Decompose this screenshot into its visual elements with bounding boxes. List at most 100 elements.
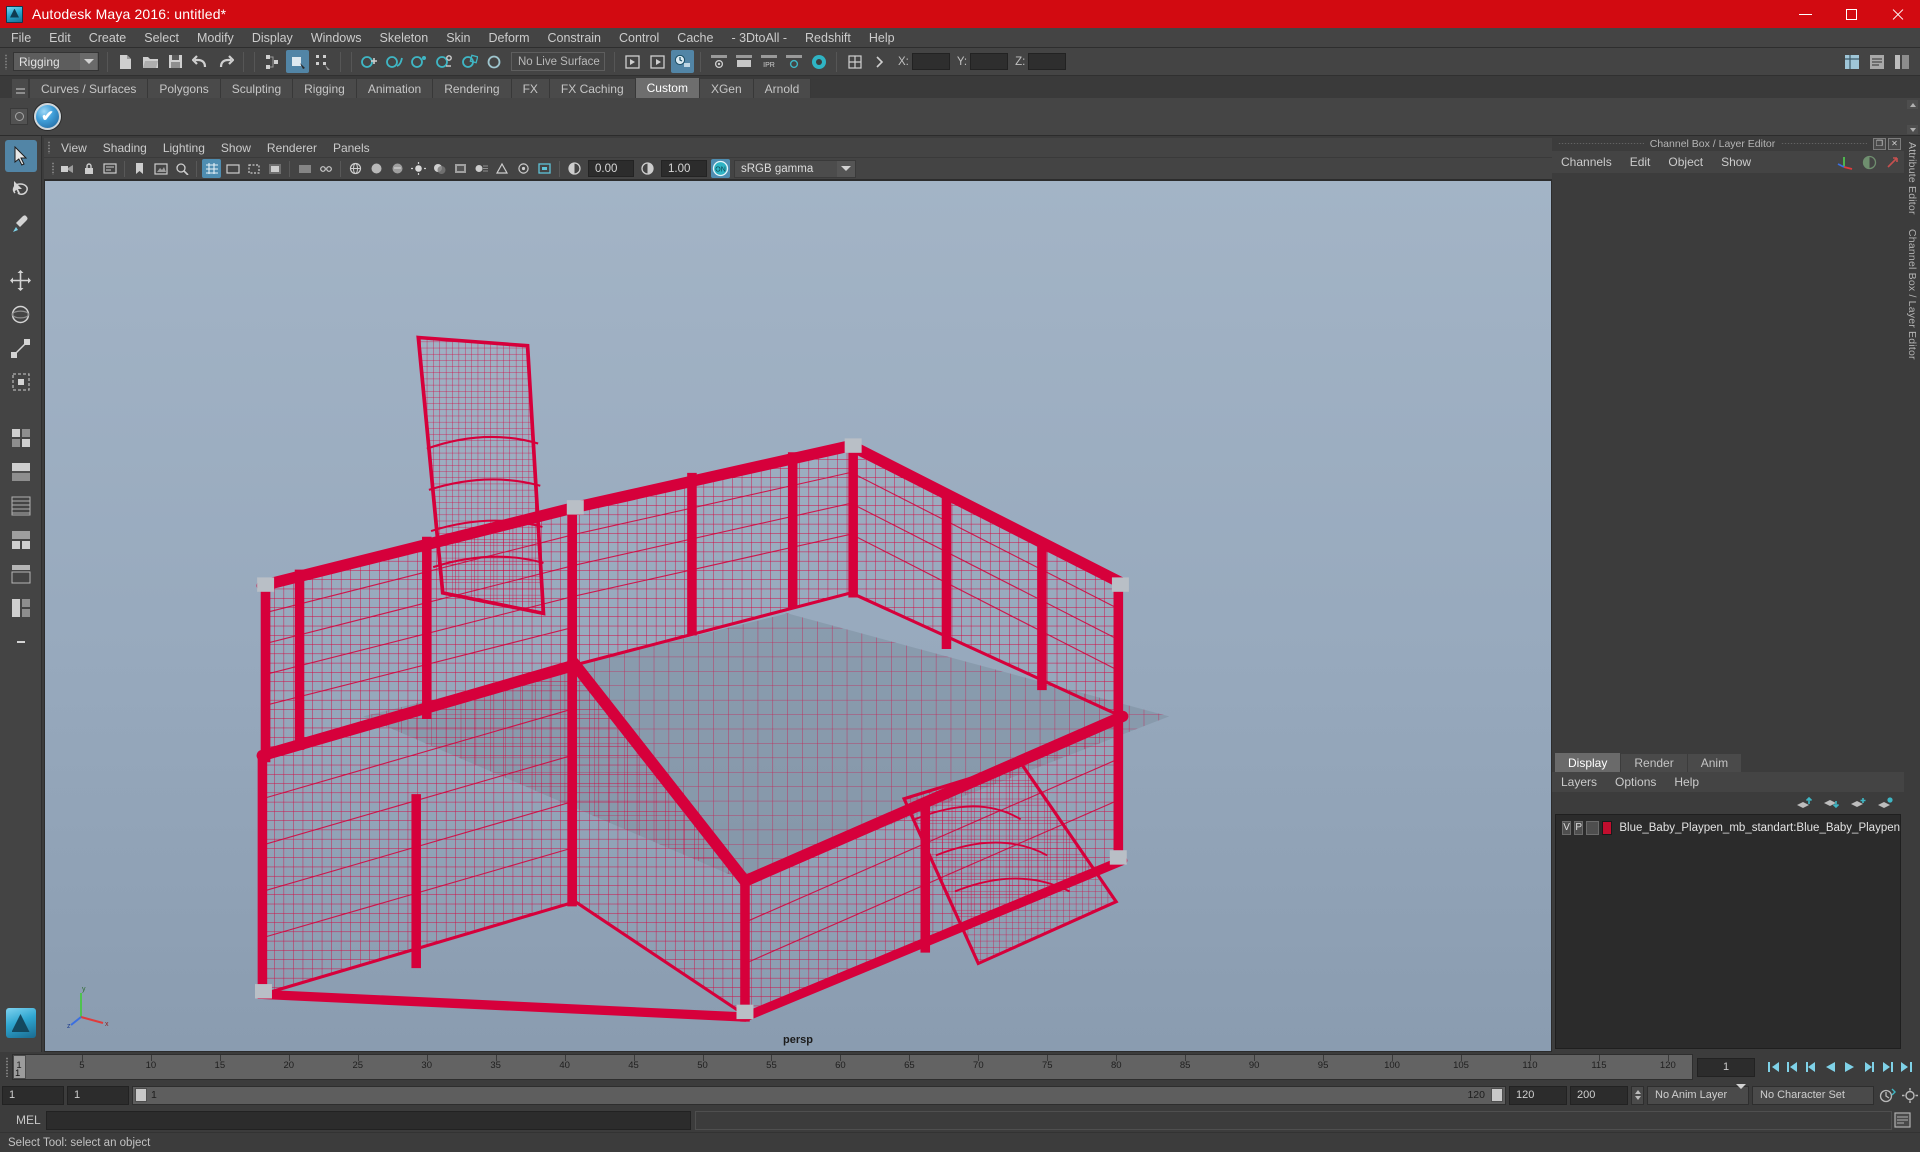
wireframe-icon[interactable] [346,159,365,178]
layer-menu-help[interactable]: Help [1665,772,1708,792]
shelf-tab-curves-surfaces[interactable]: Curves / Surfaces [30,79,149,98]
command-language-label[interactable]: MEL [4,1113,42,1127]
step-back-key-icon[interactable] [1784,1058,1800,1076]
show-attribute-editor-icon[interactable] [1865,50,1888,73]
save-scene-icon[interactable] [164,50,187,73]
layout-persp-outliner-button[interactable] [5,490,37,522]
select-by-hierarchy-icon[interactable] [261,50,284,73]
paint-select-tool-button[interactable] [5,208,37,240]
gamma-input[interactable]: 1.00 [661,160,707,177]
shelf-scroll-arrows[interactable] [1907,100,1918,134]
range-slider[interactable]: 1 120 [132,1085,1506,1105]
shelf-options-icon[interactable] [10,108,28,125]
gate-mask-icon[interactable] [265,159,284,178]
anim-end-spinner[interactable] [1631,1085,1644,1105]
shelf-tab-rigging[interactable]: Rigging [293,79,357,98]
coord-x-input[interactable] [911,53,950,70]
shelf-tab-animation[interactable]: Animation [356,79,434,98]
viewport-3d-canvas[interactable]: persp y x z [44,180,1552,1052]
snap-to-point-icon[interactable] [408,50,431,73]
move-layer-down-icon[interactable] [1823,797,1840,810]
shelf-tab-arnold[interactable]: Arnold [753,79,812,98]
menu-3dtoall[interactable]: - 3DtoAll - [722,28,796,48]
rendering-flags-icon[interactable] [807,50,830,73]
ipr-view-icon[interactable]: IPR [757,50,780,73]
motion-blur-icon[interactable] [472,159,491,178]
smooth-shade-all-icon[interactable] [367,159,386,178]
rotate-tool-button[interactable] [5,298,37,330]
menu-display[interactable]: Display [243,28,302,48]
two-d-pan-zoom-icon[interactable] [172,159,191,178]
panel-float-button[interactable]: ❐ [1873,137,1886,150]
current-frame-field[interactable]: 1 [1697,1057,1755,1077]
move-layer-up-icon[interactable] [1796,796,1813,810]
scale-tool-button[interactable] [5,332,37,364]
chevron-down-icon[interactable] [1736,1084,1746,1101]
channel-box-menu-edit[interactable]: Edit [1621,151,1660,173]
menu-edit[interactable]: Edit [40,28,80,48]
coord-y-input[interactable] [970,53,1009,70]
viewport-menu-show[interactable]: Show [213,138,259,157]
hypergraph-icon[interactable] [843,50,866,73]
panel-close-button[interactable]: ✕ [1888,137,1901,150]
auto-keyframe-icon[interactable] [1877,1085,1897,1105]
make-live-icon[interactable] [483,50,506,73]
menu-modify[interactable]: Modify [188,28,243,48]
layer-display-type-toggle[interactable] [1586,820,1600,835]
viewport-menu-renderer[interactable]: Renderer [259,138,325,157]
hypershade-icon[interactable] [707,50,730,73]
anim-layer-select[interactable]: No Anim Layer [1647,1084,1749,1105]
multisample-aa-icon[interactable] [493,159,512,178]
layout-persp-graph-button[interactable] [5,524,37,556]
chevron-down-icon[interactable] [837,160,855,177]
time-slider-grip[interactable] [2,1054,12,1080]
lasso-select-tool-button[interactable] [5,174,37,206]
toolbar-grip[interactable] [2,51,10,73]
play-backwards-icon[interactable] [1822,1058,1838,1076]
bookmark-icon[interactable] [130,159,149,178]
time-slider[interactable]: 1 5 10 15 20 25 30 35 40 45 50 55 60 65 70 75 80 85 90 95 1… [12,1054,1693,1080]
color-management-icon[interactable]: ON [711,159,730,178]
show-channel-box-icon[interactable] [1840,50,1863,73]
smooth-shade-textured-icon[interactable] [388,159,407,178]
step-forward-key-icon[interactable] [1879,1058,1895,1076]
shelf-tab-polygons[interactable]: Polygons [148,79,221,98]
menu-file[interactable]: File [2,28,40,48]
playback-end-time-field[interactable]: 120 [1509,1085,1567,1105]
snap-to-projected-center-icon[interactable] [433,50,456,73]
channel-box-menu-object[interactable]: Object [1659,151,1712,173]
use-all-lights-icon[interactable] [409,159,428,178]
shelf-tab-rendering[interactable]: Rendering [433,79,512,98]
layer-color-swatch[interactable] [1602,820,1613,835]
anim-end-time-field[interactable]: 200 [1570,1085,1628,1105]
step-back-frame-icon[interactable] [1803,1058,1819,1076]
redo-icon[interactable] [214,50,237,73]
viewport-toolbar-grip[interactable] [48,160,57,177]
shadows-icon[interactable] [430,159,449,178]
maximize-button[interactable] [1828,0,1874,28]
select-tool-button[interactable] [4,140,37,172]
layer-list[interactable]: V P Blue_Baby_Playpen_mb_standart:Blue_B… [1555,814,1901,1049]
menu-create[interactable]: Create [80,28,136,48]
shelf-tab-custom[interactable]: Custom [635,78,700,98]
snap-to-view-plane-icon[interactable] [458,50,481,73]
render-settings-icon[interactable] [671,50,694,73]
minimize-button[interactable] [1782,0,1828,28]
shelf-scroll-down-icon[interactable] [1907,125,1918,134]
menu-select[interactable]: Select [135,28,188,48]
shelf-item-maya-check[interactable] [34,103,61,130]
layer-playback-toggle[interactable]: P [1574,820,1584,835]
render-current-frame-icon[interactable] [621,50,644,73]
tab-display[interactable]: Display [1555,753,1621,772]
select-camera-icon[interactable] [58,159,77,178]
shelf-tab-fx-caching[interactable]: FX Caching [549,79,636,98]
new-scene-icon[interactable] [114,50,137,73]
select-by-object-icon[interactable] [286,50,309,73]
new-layer-icon[interactable] [1850,797,1867,810]
layer-visibility-toggle[interactable]: V [1562,820,1572,835]
tab-anim[interactable]: Anim [1687,754,1742,772]
move-tool-button[interactable] [5,264,37,296]
shelf-tab-fx[interactable]: FX [511,79,550,98]
shelf-menu-icon[interactable] [12,79,28,98]
depth-of-field-icon[interactable] [514,159,533,178]
